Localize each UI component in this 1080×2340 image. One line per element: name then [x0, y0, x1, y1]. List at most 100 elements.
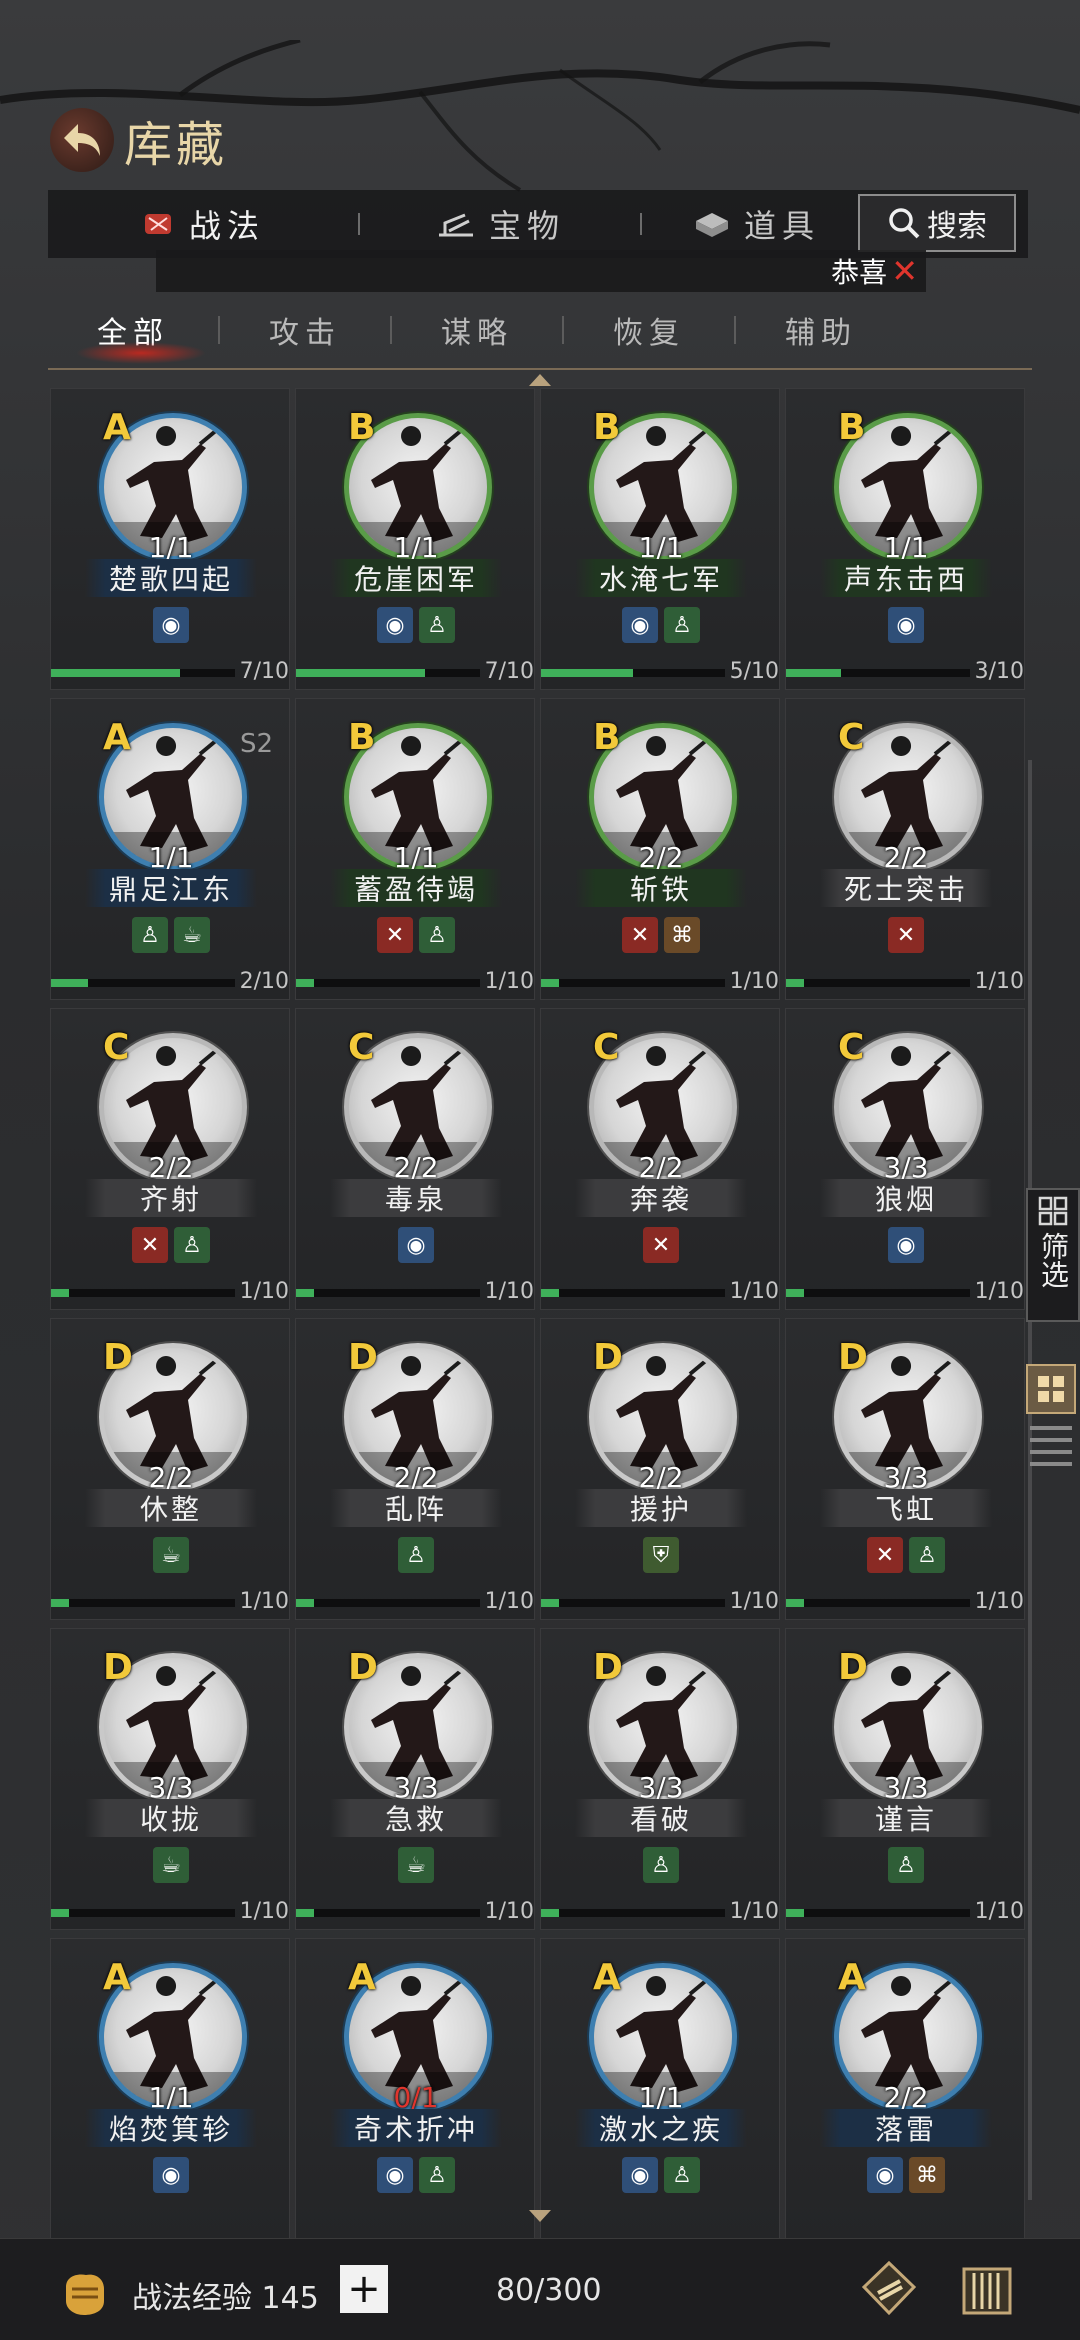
progress-fill — [296, 1909, 315, 1917]
recover-type-icon: ♙ — [398, 1537, 434, 1573]
search-button[interactable]: 搜索 — [858, 194, 1016, 252]
tactic-name: 奇术折冲 — [330, 2109, 502, 2147]
tactic-card[interactable]: D 2/2 乱阵 ♙ 1/10 — [295, 1318, 535, 1620]
tactic-card[interactable]: A S2 1/1 鼎足江东 ♙ ☕ 2/10 — [50, 698, 290, 1000]
progress-fill — [786, 1599, 805, 1607]
support-type-icon: ☕ — [398, 1847, 434, 1883]
support-type-icon: ☕ — [174, 917, 210, 953]
progress-track — [51, 1599, 235, 1607]
scrollbar[interactable] — [1028, 760, 1032, 2200]
grade-label: C — [838, 717, 865, 758]
progress-text: 1/10 — [484, 1278, 534, 1304]
tactic-type-tags: ✕ ♙ — [786, 1537, 1026, 1573]
tactic-card[interactable]: A 1/1 焰焚箕轸 ◉ — [50, 1938, 290, 2240]
upgrade-progress: 1/10 — [786, 1589, 1026, 1614]
tactic-card[interactable]: C 3/3 狼烟 ◉ 1/10 — [785, 1008, 1025, 1310]
list-line — [1030, 1438, 1072, 1442]
tab-items[interactable]: 道具 — [642, 190, 862, 258]
tactic-type-tags: ⛨ — [541, 1537, 781, 1573]
upgrade-progress: 1/10 — [786, 969, 1026, 994]
storage-capacity: 80/300 — [496, 2273, 602, 2308]
grade-label: C — [838, 1027, 865, 1068]
grid-view-button[interactable] — [1026, 1364, 1076, 1414]
tactic-card[interactable]: B 1/1 蓄盈待竭 ✕ ♙ 1/10 — [295, 698, 535, 1000]
tactic-card[interactable]: D 2/2 休整 ☕ 1/10 — [50, 1318, 290, 1620]
tab-items-label: 道具 — [744, 207, 821, 245]
grid-view-icon — [1038, 1376, 1064, 1402]
tactic-name: 焰焚箕轸 — [85, 2109, 257, 2147]
strategy-type-icon: ◉ — [377, 2157, 413, 2193]
tactic-card[interactable]: C 2/2 毒泉 ◉ 1/10 — [295, 1008, 535, 1310]
tactic-card[interactable]: B 1/1 声东击西 ◉ 3/10 — [785, 388, 1025, 690]
list-view-button[interactable] — [1030, 1426, 1072, 1466]
progress-fill — [296, 1599, 315, 1607]
grade-label: D — [593, 1337, 623, 1378]
progress-track — [296, 1909, 480, 1917]
grade-label: B — [593, 717, 621, 758]
tactic-card[interactable]: A 2/2 落雷 ◉ ⌘ — [785, 1938, 1025, 2240]
tactic-card[interactable]: D 3/3 看破 ♙ 1/10 — [540, 1628, 780, 1930]
subtab-support[interactable]: 辅助 — [736, 308, 906, 352]
tactic-card[interactable]: C 2/2 奔袭 ✕ 1/10 — [540, 1008, 780, 1310]
tactic-type-tags: ✕ — [541, 1227, 781, 1263]
progress-text: 7/10 — [239, 658, 289, 684]
page-title: 库藏 — [124, 117, 229, 173]
tactic-type-tags: ♙ — [296, 1537, 536, 1573]
progress-track — [541, 1599, 725, 1607]
progress-fill — [786, 1909, 805, 1917]
tab-tactics[interactable]: 战法 — [48, 190, 358, 258]
convert-tactic-icon[interactable] — [856, 2257, 922, 2323]
tactic-card[interactable]: D 3/3 急救 ☕ 1/10 — [295, 1628, 535, 1930]
scroll-icon — [144, 214, 171, 234]
tactic-name: 休整 — [85, 1489, 257, 1527]
tactic-card[interactable]: A 1/1 楚歌四起 ◉ 7/10 — [50, 388, 290, 690]
progress-fill — [296, 979, 315, 987]
tactic-name: 狼烟 — [820, 1179, 992, 1217]
progress-fill — [541, 1909, 560, 1917]
tactic-card[interactable]: B 1/1 水淹七军 ◉ ♙ 5/10 — [540, 388, 780, 690]
attack-type-icon: ✕ — [643, 1227, 679, 1263]
grade-label: A — [838, 1957, 866, 1998]
tactic-type-tags: ♙ — [786, 1847, 1026, 1883]
bookshelf-icon[interactable] — [954, 2257, 1020, 2323]
add-exp-button[interactable]: + — [340, 2265, 388, 2313]
tactic-card[interactable]: D 3/3 收拢 ☕ 1/10 — [50, 1628, 290, 1930]
tactic-card[interactable]: B 1/1 危崖困军 ◉ ♙ 7/10 — [295, 388, 535, 690]
tactic-card[interactable]: D 3/3 谨言 ♙ 1/10 — [785, 1628, 1025, 1930]
progress-fill — [786, 669, 842, 677]
progress-text: 1/10 — [729, 1278, 779, 1304]
grade-label: B — [838, 407, 866, 448]
tab-treasure[interactable]: 宝物 — [360, 190, 640, 258]
close-icon[interactable]: ✕ — [891, 252, 918, 290]
tactic-type-tags: ◉ ♙ — [296, 607, 536, 643]
tab-treasure-label: 宝物 — [488, 207, 565, 245]
upgrade-progress: 1/10 — [541, 1279, 781, 1304]
tactic-card[interactable]: B 2/2 斩铁 ✕ ⌘ 1/10 — [540, 698, 780, 1000]
upgrade-progress: 3/10 — [786, 659, 1026, 684]
upgrade-progress: 1/10 — [786, 1899, 1026, 1924]
scroll-down-icon — [529, 2210, 551, 2222]
attack-type-icon: ✕ — [622, 917, 658, 953]
recover-type-icon: ♙ — [132, 917, 168, 953]
tactic-card[interactable]: D 3/3 飞虹 ✕ ♙ 1/10 — [785, 1318, 1025, 1620]
upgrade-progress: 1/10 — [786, 1279, 1026, 1304]
strategy-type-icon: ◉ — [622, 607, 658, 643]
tactic-type-tags: ✕ — [786, 917, 1026, 953]
filter-button[interactable]: 筛选 — [1026, 1188, 1080, 1322]
tactic-card[interactable]: D 2/2 援护 ⛨ 1/10 — [540, 1318, 780, 1620]
tactic-card[interactable]: C 2/2 死士突击 ✕ 1/10 — [785, 698, 1025, 1000]
strategy-type-icon: ◉ — [153, 607, 189, 643]
progress-text: 3/10 — [974, 658, 1024, 684]
subtab-attack[interactable]: 攻击 — [220, 308, 390, 352]
fist-exp-icon — [66, 2274, 104, 2315]
defense-type-icon: ⛨ — [643, 1537, 679, 1573]
tactic-card[interactable]: A 1/1 激水之疾 ◉ ♙ — [540, 1938, 780, 2240]
tactic-card[interactable]: C 2/2 齐射 ✕ ♙ 1/10 — [50, 1008, 290, 1310]
support-type-icon: ☕ — [153, 1537, 189, 1573]
subtab-strategy[interactable]: 谋略 — [392, 308, 562, 352]
subtab-recover[interactable]: 恢复 — [564, 308, 734, 352]
tactic-card[interactable]: A 0/1 奇术折冲 ◉ ♙ — [295, 1938, 535, 2240]
back-button[interactable] — [50, 108, 114, 172]
tactic-name: 齐射 — [85, 1179, 257, 1217]
upgrade-progress: 5/10 — [541, 659, 781, 684]
